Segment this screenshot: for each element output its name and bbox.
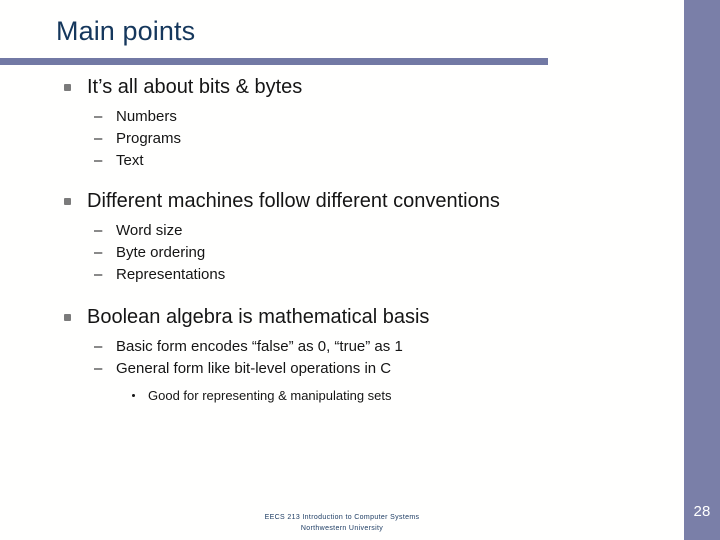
bullet-level2-1-2-label: Programs bbox=[116, 130, 182, 147]
bullet-level2-2-1-label: Word size bbox=[116, 222, 183, 239]
bullet-level2-2-2-label: Byte ordering bbox=[116, 244, 206, 261]
footer-course-line: EECS 213 Introduction to Computer System… bbox=[264, 514, 420, 521]
square-bullet-icon bbox=[64, 84, 71, 91]
bullet-group-1: It’s all about bits & bytes – Numbers – … bbox=[0, 74, 684, 172]
bullet-level2-1-1: – Numbers bbox=[0, 106, 684, 128]
bullet-group-2: Different machines follow different conv… bbox=[0, 188, 684, 286]
en-dash-bullet-icon: – bbox=[94, 108, 103, 125]
right-accent-band bbox=[684, 0, 720, 540]
page-number: 28 bbox=[693, 503, 711, 520]
bullet-level2-1-2: – Programs bbox=[0, 128, 684, 150]
en-dash-bullet-icon: – bbox=[94, 266, 103, 283]
bullet-level2-1-3: – Text bbox=[0, 150, 684, 172]
square-bullet-icon bbox=[64, 314, 71, 321]
bullet-level2-1-1-label: Numbers bbox=[116, 108, 177, 125]
bullet-level1-1-label: It’s all about bits & bytes bbox=[87, 76, 303, 98]
bullet-level3-3-1: Good for representing & manipulating set… bbox=[0, 386, 684, 406]
bullet-level2-1-3-label: Text bbox=[116, 152, 144, 169]
en-dash-bullet-icon: – bbox=[94, 222, 103, 239]
square-bullet-icon bbox=[64, 198, 71, 205]
slide-body: It’s all about bits & bytes – Numbers – … bbox=[0, 74, 684, 406]
bullet-level1-2-label: Different machines follow different conv… bbox=[87, 190, 500, 212]
bullet-level2-2-3: – Representations bbox=[0, 264, 684, 286]
en-dash-bullet-icon: – bbox=[94, 244, 103, 261]
bullet-level1-3-label: Boolean algebra is mathematical basis bbox=[87, 306, 430, 328]
bullet-level2-2-2: – Byte ordering bbox=[0, 242, 684, 264]
bullet-level2-2-3-label: Representations bbox=[116, 266, 226, 283]
title-divider-rule bbox=[0, 58, 548, 65]
page-title: Main points bbox=[56, 16, 196, 46]
bullet-level1-1: It’s all about bits & bytes bbox=[0, 74, 684, 100]
dot-bullet-icon bbox=[132, 394, 135, 397]
bullet-level2-3-2: – General form like bit-level operations… bbox=[0, 358, 684, 380]
bullet-level2-3-1: – Basic form encodes “false” as 0, “true… bbox=[0, 336, 684, 358]
bullet-level1-2: Different machines follow different conv… bbox=[0, 188, 684, 214]
bullet-level3-3-1-label: Good for representing & manipulating set… bbox=[148, 388, 392, 403]
en-dash-bullet-icon: – bbox=[94, 338, 103, 355]
en-dash-bullet-icon: – bbox=[94, 130, 103, 147]
footer-institution-line: Northwestern University bbox=[300, 525, 384, 532]
bullet-level1-3: Boolean algebra is mathematical basis bbox=[0, 304, 684, 330]
en-dash-bullet-icon: – bbox=[94, 152, 103, 169]
bullet-level2-2-1: – Word size bbox=[0, 220, 684, 242]
bullet-group-3: Boolean algebra is mathematical basis – … bbox=[0, 304, 684, 406]
en-dash-bullet-icon: – bbox=[94, 360, 103, 377]
bullet-level2-3-2-label: General form like bit-level operations i… bbox=[116, 360, 392, 377]
bullet-level2-3-1-label: Basic form encodes “false” as 0, “true” … bbox=[116, 338, 403, 355]
slide-footer: EECS 213 Introduction to Computer System… bbox=[0, 512, 684, 534]
